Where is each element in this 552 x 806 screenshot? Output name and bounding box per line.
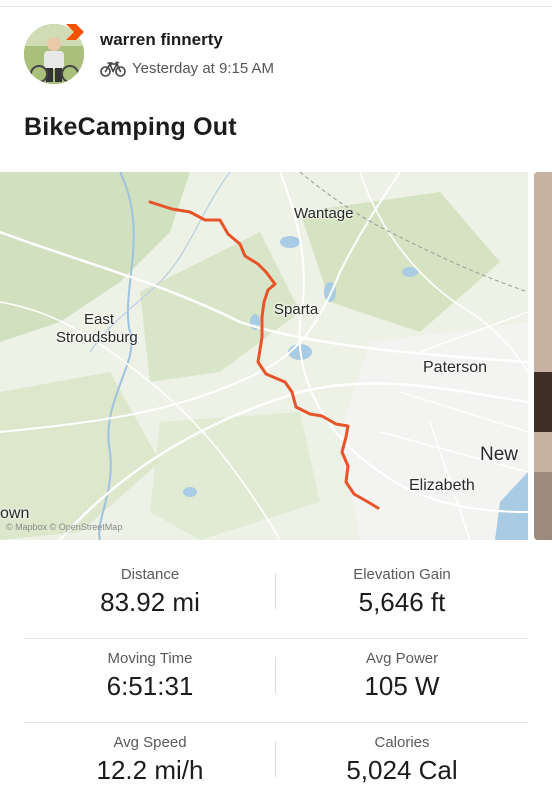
- stat-calories: Calories 5,024 Cal: [276, 723, 528, 786]
- map-label-town: own: [0, 505, 30, 522]
- map-label-new: New: [480, 444, 519, 465]
- stat-label: Elevation Gain: [353, 566, 451, 583]
- map-label-sparta: Sparta: [274, 301, 319, 318]
- stat-label: Avg Speed: [113, 734, 187, 751]
- activity-stats: Distance 83.92 mi Elevation Gain 5,646 f…: [24, 555, 528, 806]
- map-label-paterson: Paterson: [423, 359, 488, 376]
- map-label-stroudsburg: Stroudsburg: [56, 329, 138, 346]
- stat-value: 5,024 Cal: [346, 755, 458, 785]
- stat-avg-speed: Avg Speed 12.2 mi/h: [24, 723, 276, 786]
- stat-value: 83.92 mi: [100, 587, 200, 617]
- stat-distance: Distance 83.92 mi: [24, 555, 276, 618]
- next-photo-image: [534, 172, 552, 540]
- stats-row: Moving Time 6:51:31 Avg Power 105 W: [24, 639, 528, 723]
- stat-elevation-gain: Elevation Gain 5,646 ft: [276, 555, 528, 618]
- athlete-name[interactable]: warren finnerty: [100, 30, 223, 50]
- stat-avg-power: Avg Power 105 W: [276, 639, 528, 702]
- activity-meta: Yesterday at 9:15 AM: [100, 60, 274, 77]
- activity-title[interactable]: BikeCamping Out: [24, 113, 237, 142]
- athlete-avatar-container[interactable]: [24, 24, 84, 84]
- previous-card-divider: [0, 0, 552, 7]
- map-label-elizabeth: Elizabeth: [409, 477, 475, 494]
- stat-value: 12.2 mi/h: [96, 755, 204, 785]
- subscriber-badge-icon: [66, 24, 84, 40]
- map-label-east: East: [84, 311, 115, 328]
- stats-row: Avg Speed 12.2 mi/h Calories 5,024 Cal: [24, 723, 528, 806]
- stat-value: 5,646 ft: [358, 587, 446, 617]
- next-photo-thumbnail[interactable]: [534, 172, 552, 540]
- stat-label: Avg Power: [365, 650, 439, 667]
- stat-value: 105 W: [364, 671, 440, 701]
- stat-label: Distance: [120, 566, 180, 583]
- stats-row: Distance 83.92 mi Elevation Gain 5,646 f…: [24, 555, 528, 639]
- map-attribution[interactable]: © Mapbox © OpenStreetMap: [6, 522, 122, 532]
- stat-value: 6:51:31: [106, 671, 194, 701]
- route-map[interactable]: Wantage East Stroudsburg Sparta Paterson…: [0, 172, 528, 540]
- stat-moving-time: Moving Time 6:51:31: [24, 639, 276, 702]
- activity-timestamp: Yesterday at 9:15 AM: [132, 60, 275, 77]
- stat-label: Moving Time: [107, 650, 193, 667]
- bike-icon: [100, 61, 126, 77]
- map-label-wantage: Wantage: [294, 205, 354, 222]
- stat-label: Calories: [374, 734, 430, 751]
